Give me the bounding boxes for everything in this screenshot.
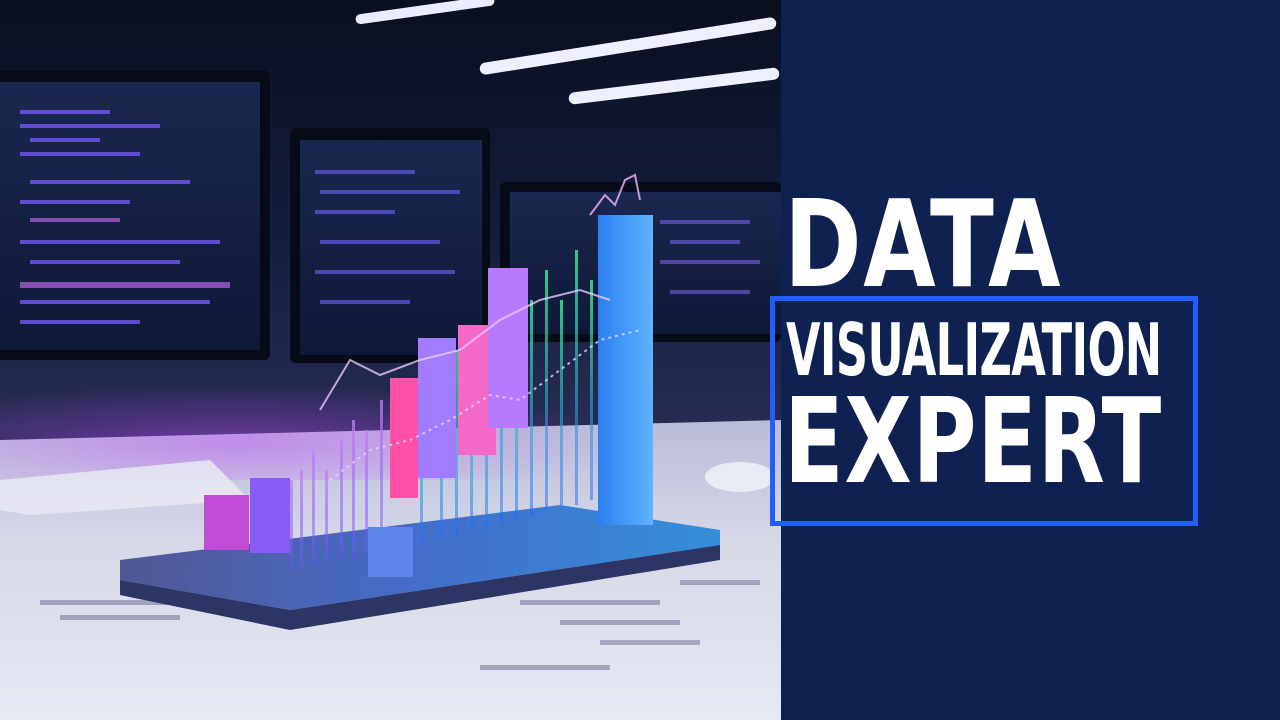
data-visualization-scene (0, 0, 781, 720)
scene-illustration (0, 0, 781, 720)
monitor-left (0, 70, 270, 360)
thumbnail-canvas: DATA VISUALIZATION EXPERT (0, 0, 1280, 720)
headline-line-data: DATA (784, 176, 1063, 315)
headline-line-expert: EXPERT (784, 372, 1162, 510)
